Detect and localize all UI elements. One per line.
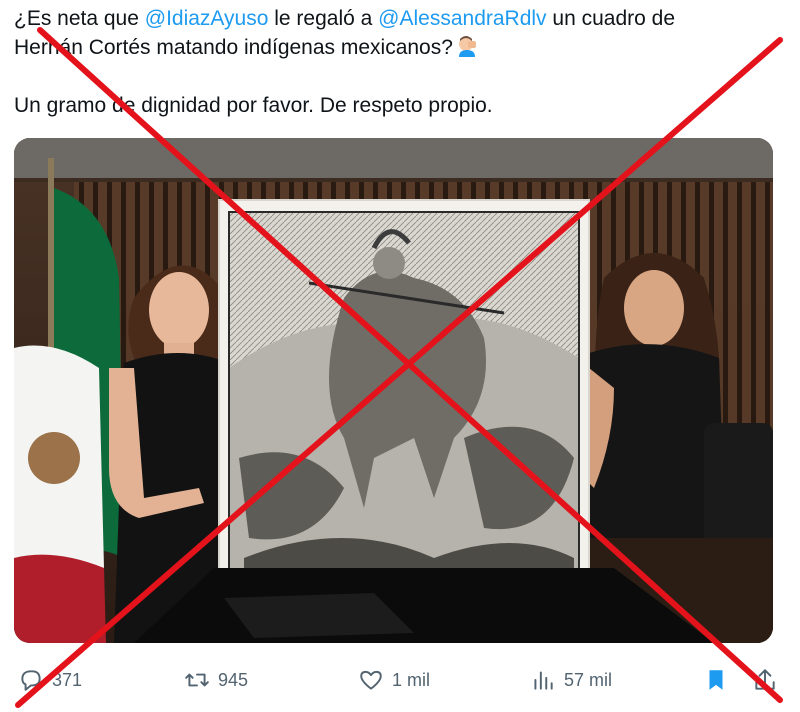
mention-idiazayuso[interactable]: @IdiazAyuso (145, 7, 269, 30)
share-button[interactable] (752, 660, 778, 700)
tweet-text-fragment: le regaló a (268, 7, 379, 30)
tweet-text: ¿Es neta que @IdiazAyuso le regaló a @Al… (14, 4, 784, 120)
reply-button[interactable]: 371 (18, 660, 82, 700)
repost-count: 945 (218, 669, 249, 690)
tweet-text-fragment: ¿Es neta que (14, 7, 145, 30)
tweet-text-fragment: Un gramo de dignidad por favor. De respe… (14, 94, 493, 117)
like-count: 1 mil (392, 669, 431, 690)
bookmark-icon (709, 670, 723, 690)
views-button[interactable]: 57 mil (530, 660, 612, 700)
mention-alessandrardlv[interactable]: @AlessandraRdlv (378, 7, 546, 30)
photo-illustration (14, 138, 773, 643)
tweet-text-fragment: un cuadro de (546, 7, 675, 30)
man-facepalming-emoji (458, 36, 476, 57)
tweet-line-2: Hernán Cortés matando indígenas mexicano… (14, 33, 784, 62)
table (134, 568, 714, 643)
tweet-text-fragment: Hernán Cortés matando indígenas mexicano… (14, 36, 453, 59)
like-button[interactable]: 1 mil (358, 660, 430, 700)
share-icon (755, 669, 775, 690)
heart-icon (360, 670, 382, 690)
painting-hernan-cortes (218, 199, 590, 586)
tweet-line-1: ¿Es neta que @IdiazAyuso le regaló a @Al… (14, 4, 784, 33)
reply-icon (21, 670, 41, 691)
views-chart-icon (534, 671, 553, 690)
tweet-action-bar: 371 945 1 mil 57 mil (0, 660, 800, 700)
repost-icon (185, 673, 209, 687)
bookmark-button[interactable] (703, 660, 729, 700)
tweet-line-3: Un gramo de dignidad por favor. De respe… (14, 91, 784, 120)
views-count: 57 mil (564, 669, 613, 690)
tweet-photo[interactable] (14, 138, 773, 643)
repost-button[interactable]: 945 (184, 660, 248, 700)
reply-count: 371 (52, 669, 83, 690)
